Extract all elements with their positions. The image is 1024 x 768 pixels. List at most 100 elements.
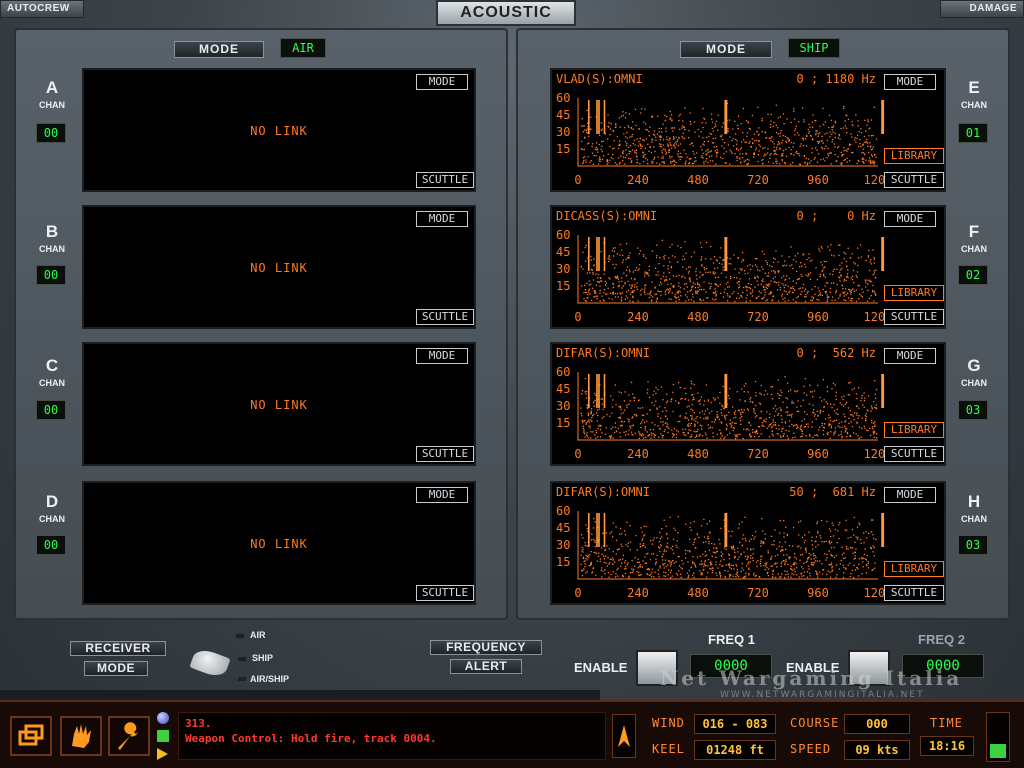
autocrew-button[interactable]: AUTOCREW xyxy=(0,0,84,18)
noise-dot xyxy=(711,410,713,412)
noise-dot xyxy=(639,407,641,409)
noise-dot xyxy=(813,562,815,564)
air-ship-option[interactable]: AIR/SHIP xyxy=(250,674,289,684)
x-tick-label: 480 xyxy=(687,310,709,324)
scuttle-button[interactable]: SCUTTLE xyxy=(884,172,944,188)
noise-dot xyxy=(727,295,729,297)
noise-dot xyxy=(694,538,697,540)
noise-dot xyxy=(765,260,767,262)
noise-dot xyxy=(662,553,664,555)
noise-dot xyxy=(783,563,786,566)
noise-dot xyxy=(644,534,646,536)
scuttle-button[interactable]: SCUTTLE xyxy=(416,172,474,188)
receiver-button[interactable]: RECEIVER xyxy=(70,641,166,656)
noise-dot xyxy=(875,407,877,409)
ship-option[interactable]: SHIP xyxy=(252,653,273,663)
play-icon[interactable] xyxy=(157,748,168,760)
noise-dot xyxy=(846,431,849,434)
noise-dot xyxy=(612,154,614,156)
scuttle-button[interactable]: SCUTTLE xyxy=(416,309,474,325)
noise-dot xyxy=(772,162,774,164)
noise-dot xyxy=(843,405,845,407)
noise-dot xyxy=(580,554,582,556)
wrench-button[interactable] xyxy=(108,716,150,756)
noise-dot xyxy=(785,560,787,562)
scuttle-button[interactable]: SCUTTLE xyxy=(884,585,944,601)
scuttle-button[interactable]: SCUTTLE xyxy=(416,585,474,601)
noise-dot xyxy=(659,547,661,549)
noise-dot xyxy=(583,159,585,162)
noise-dot xyxy=(593,405,595,407)
noise-dot xyxy=(613,250,616,252)
noise-dot xyxy=(842,557,845,559)
noise-dot xyxy=(667,564,669,566)
noise-dot xyxy=(688,429,690,431)
mode-button[interactable]: MODE xyxy=(884,487,936,503)
green-indicator-icon[interactable] xyxy=(157,730,169,742)
noise-dot xyxy=(836,408,838,410)
noise-dot xyxy=(609,134,611,136)
windows-button[interactable] xyxy=(10,716,52,756)
damage-button[interactable]: DAMAGE xyxy=(940,0,1024,18)
noise-dot xyxy=(851,569,854,571)
noise-dot xyxy=(714,292,716,294)
noise-dot xyxy=(869,261,871,263)
noise-dot xyxy=(864,415,867,417)
mode-button[interactable]: MODE xyxy=(416,211,468,227)
noise-dot xyxy=(834,146,836,148)
noise-dot xyxy=(712,567,714,569)
mode-button[interactable]: MODE xyxy=(884,74,936,90)
receiver-mode-button[interactable]: MODE xyxy=(84,661,148,676)
noise-dot xyxy=(587,156,589,158)
noise-dot xyxy=(808,123,810,125)
mode-button[interactable]: MODE xyxy=(884,348,936,364)
scuttle-button[interactable]: SCUTTLE xyxy=(416,446,474,462)
mode-button[interactable]: MODE xyxy=(416,487,468,503)
noise-dot xyxy=(636,149,638,151)
noise-dot xyxy=(850,277,852,279)
air-mode-button[interactable]: MODE xyxy=(174,41,264,58)
scuttle-button[interactable]: SCUTTLE xyxy=(884,446,944,462)
noise-dot xyxy=(783,519,785,522)
alert-button[interactable]: ALERT xyxy=(450,659,522,674)
noise-dot xyxy=(821,573,824,575)
mode-button[interactable]: MODE xyxy=(416,74,468,90)
mode-button[interactable]: MODE xyxy=(416,348,468,364)
noise-dot xyxy=(596,420,598,422)
hand-button[interactable] xyxy=(60,716,102,756)
noise-dot xyxy=(826,553,828,556)
channel-letter: C xyxy=(45,356,59,375)
noise-dot xyxy=(757,154,759,156)
scuttle-button[interactable]: SCUTTLE xyxy=(884,309,944,325)
air-option[interactable]: AIR xyxy=(250,630,266,640)
noise-dot xyxy=(716,146,718,148)
noise-dot xyxy=(598,281,600,283)
library-button[interactable]: LIBRARY xyxy=(884,285,944,301)
noise-dot xyxy=(659,567,661,569)
noise-dot xyxy=(765,283,767,286)
noise-dot xyxy=(733,568,735,570)
noise-dot xyxy=(778,270,780,272)
noise-dot xyxy=(734,551,736,553)
noise-dot xyxy=(701,256,703,258)
noise-dot xyxy=(722,122,724,124)
noise-dot xyxy=(648,396,651,399)
noise-dot xyxy=(674,529,676,531)
noise-dot xyxy=(872,427,874,430)
library-button[interactable]: LIBRARY xyxy=(884,422,944,438)
mode-button[interactable]: MODE xyxy=(884,211,936,227)
library-button[interactable]: LIBRARY xyxy=(884,561,944,577)
noise-dot xyxy=(619,431,621,434)
noise-dot xyxy=(582,268,584,270)
noise-dot xyxy=(766,427,768,429)
frequency-button[interactable]: FREQUENCY xyxy=(430,640,542,655)
noise-dot xyxy=(669,571,672,574)
noise-dot xyxy=(861,558,863,560)
noise-dot xyxy=(677,245,679,247)
noise-dot xyxy=(847,277,849,279)
ship-mode-button[interactable]: MODE xyxy=(680,41,772,58)
library-button[interactable]: LIBRARY xyxy=(884,148,944,164)
noise-dot xyxy=(775,160,777,163)
noise-dot xyxy=(780,550,782,553)
blue-indicator-icon[interactable] xyxy=(157,712,169,724)
